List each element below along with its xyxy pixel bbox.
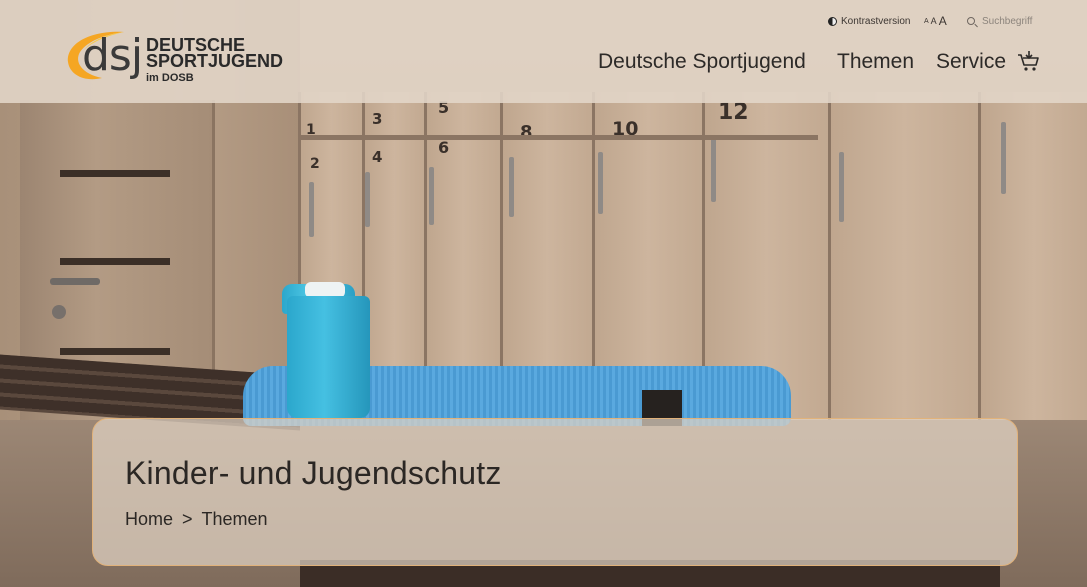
contrast-icon — [828, 16, 837, 26]
locker-number: 4 — [372, 148, 383, 166]
locker-shelf — [298, 135, 818, 140]
locker-number: 3 — [372, 110, 383, 128]
breadcrumb: Home > Themen — [125, 509, 268, 530]
font-size-controls: A A A — [924, 14, 949, 28]
door-handle — [50, 278, 100, 285]
door-slat — [60, 348, 170, 355]
door-slat — [60, 258, 170, 265]
dsj-logo[interactable]: dsj DEUTSCHE SPORTJUGEND im DOSB — [62, 20, 284, 90]
site-header: dsj DEUTSCHE SPORTJUGEND im DOSB Kontras… — [0, 0, 1087, 103]
font-size-large-button[interactable]: A — [939, 14, 947, 28]
nav-item-themen[interactable]: Themen — [837, 48, 914, 76]
door-lock — [52, 305, 66, 319]
breadcrumb-separator: > — [182, 509, 193, 529]
font-size-small-button[interactable]: A — [924, 18, 929, 25]
locker — [978, 92, 1087, 422]
search-placeholder: Suchbegriff — [982, 15, 1033, 27]
locker-number: 6 — [438, 138, 450, 157]
nav-item-deutsche-sportjugend[interactable]: Deutsche Sportjugend — [598, 48, 806, 76]
search-field[interactable]: Suchbegriff — [967, 14, 1032, 28]
door-slat — [60, 170, 170, 177]
locker — [828, 92, 978, 422]
locker-number: 12 — [718, 100, 749, 125]
nav-item-service[interactable]: Service — [936, 48, 1006, 76]
contrast-toggle[interactable]: Kontrastversion — [828, 14, 910, 28]
breadcrumb-themen[interactable]: Themen — [202, 509, 268, 530]
page-title: Kinder- und Jugendschutz — [125, 455, 502, 491]
locker-number: 2 — [310, 156, 320, 172]
shaker-bottle — [287, 296, 370, 418]
search-icon — [967, 17, 975, 25]
font-size-medium-button[interactable]: A — [931, 16, 937, 26]
breadcrumb-home[interactable]: Home — [125, 509, 173, 530]
logo-mark: dsj — [82, 30, 143, 81]
cart-icon[interactable] — [1017, 50, 1039, 72]
logo-line-3: im DOSB — [146, 72, 194, 84]
page-title-card: Kinder- und Jugendschutz Home > Themen — [92, 418, 1018, 566]
contrast-label: Kontrastversion — [841, 15, 911, 27]
logo-line-2: SPORTJUGEND — [146, 51, 284, 71]
